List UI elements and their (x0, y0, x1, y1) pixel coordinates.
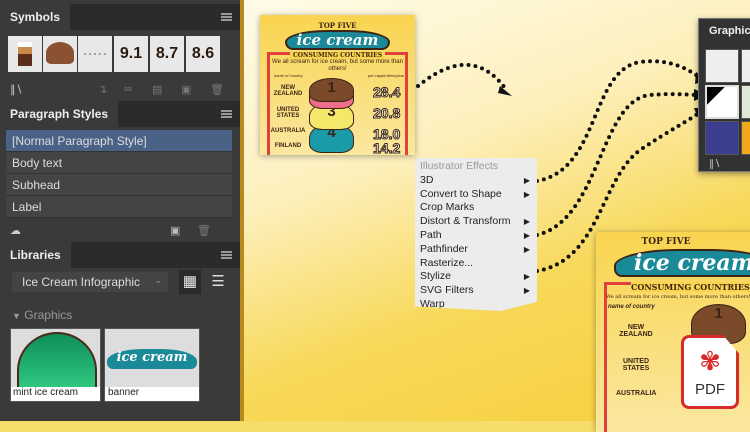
menu-item-label: 3D (420, 173, 434, 186)
menu-item-label: Rasterize... (420, 256, 474, 269)
graphic-style-swatch[interactable] (741, 49, 750, 83)
graphic-style-selected[interactable] (705, 85, 739, 119)
menu-item-3d[interactable]: 3D ▶ (415, 174, 537, 188)
pdf-file-icon: ✾ PDF (681, 335, 739, 409)
libraries-icon[interactable]: ∥∖ (709, 159, 720, 170)
menu-item-convert-to-shape[interactable]: Convert to Shape ▶ (415, 188, 537, 202)
graphic-styles-panel: Graphic ∥∖ (698, 18, 750, 172)
menu-item-label: Distort & Transform (420, 215, 511, 228)
arrow-poster-to-canvas (416, 62, 507, 90)
menu-item-label: Crop Marks (420, 201, 475, 214)
menu-item-stylize[interactable]: Stylize ▶ (415, 270, 537, 284)
arrowhead (498, 86, 512, 96)
graphic-style-swatch[interactable] (741, 85, 750, 119)
menu-header: Illustrator Effects (420, 160, 499, 172)
dotted-arrows (416, 59, 708, 273)
pdf-label: PDF (695, 381, 725, 398)
graphic-styles-title[interactable]: Graphic (709, 25, 750, 37)
menu-item-distort-transform[interactable]: Distort & Transform ▶ (415, 215, 537, 229)
submenu-arrow-icon: ▶ (523, 217, 530, 227)
menu-item-crop-marks[interactable]: Crop Marks (415, 201, 537, 215)
menu-item-label: Pathfinder (420, 242, 468, 255)
submenu-arrow-icon: ▶ (523, 175, 530, 185)
graphic-style-swatch[interactable] (741, 121, 750, 155)
menu-item-label: Path (420, 228, 442, 241)
graphic-style-swatch[interactable] (705, 121, 739, 155)
submenu-arrow-icon: ▶ (523, 272, 530, 282)
menu-item-path[interactable]: Path ▶ (415, 229, 537, 243)
arrow-3d-to-style (535, 59, 702, 183)
illustrator-effects-menu: Illustrator Effects 3D ▶ Convert to Shape… (415, 158, 537, 311)
submenu-arrow-icon: ▶ (523, 189, 530, 199)
menu-item-label: SVG Filters (420, 284, 474, 297)
menu-item-pathfinder[interactable]: Pathfinder ▶ (415, 243, 537, 257)
acrobat-logo-icon: ✾ (699, 346, 721, 376)
submenu-arrow-icon: ▶ (523, 230, 530, 240)
menu-item-label: Stylize (420, 270, 451, 283)
graphic-style-default[interactable] (705, 49, 739, 83)
submenu-arrow-icon: ▶ (523, 286, 530, 296)
menu-item-rasterize[interactable]: Rasterize... (415, 257, 537, 271)
arrow-path-to-style (535, 92, 702, 237)
arrow-stylize-to-style (535, 110, 702, 273)
menu-item-svg-filters[interactable]: SVG Filters ▶ (415, 284, 537, 298)
submenu-arrow-icon: ▶ (523, 244, 530, 254)
menu-item-label: Convert to Shape (420, 187, 502, 200)
